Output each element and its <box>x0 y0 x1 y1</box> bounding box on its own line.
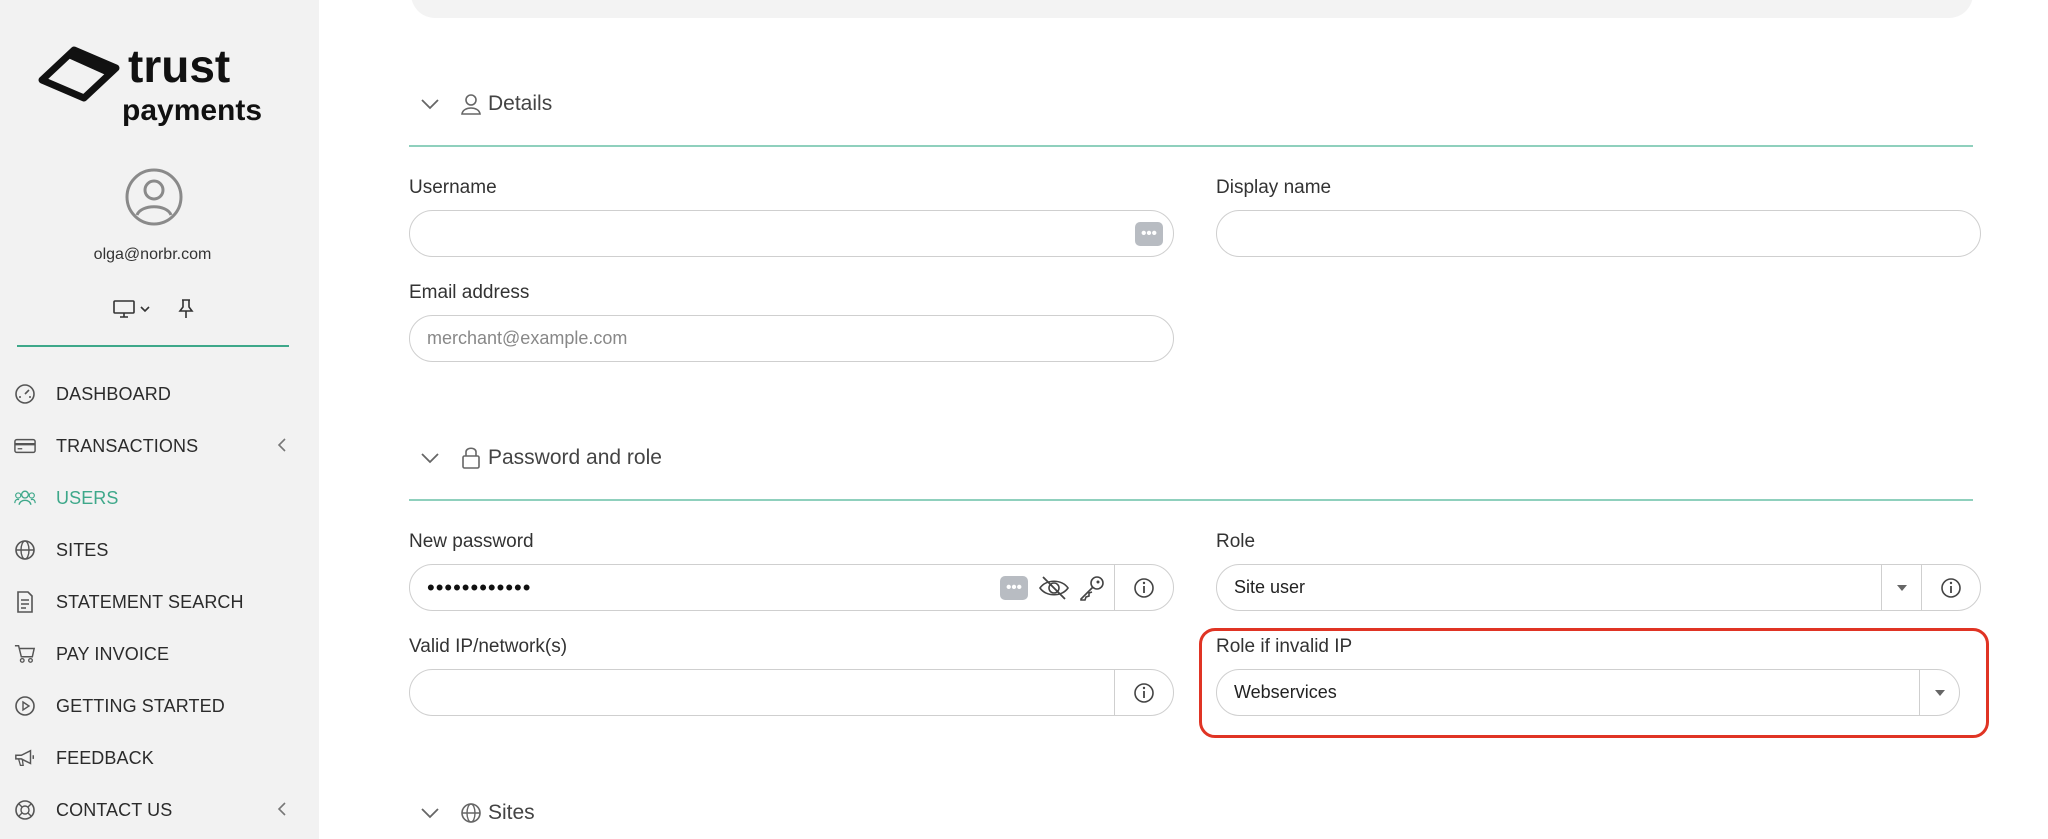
valid-ip-field[interactable] <box>409 669 1174 716</box>
section-divider <box>409 499 1973 501</box>
sidebar-tools <box>112 298 195 320</box>
sidebar-item-label: GETTING STARTED <box>56 695 225 716</box>
sidebar-item-transactions[interactable]: TRANSACTIONS <box>0 420 305 472</box>
chevron-down-icon <box>420 448 440 468</box>
users-icon <box>14 487 36 509</box>
user-avatar-icon[interactable] <box>125 168 183 226</box>
sidebar-item-dashboard[interactable]: DASHBOARD <box>0 368 305 420</box>
email-address-label: Email address <box>409 282 530 303</box>
new-password-value: •••••••••••• <box>427 574 532 600</box>
section-title: Details <box>488 92 553 115</box>
role-label: Role <box>1216 531 1256 552</box>
toggle-visibility-eye-slash-icon[interactable] <box>1038 575 1070 601</box>
sidebar-item-getting-started[interactable]: GETTING STARTED <box>0 680 305 732</box>
document-icon <box>14 591 36 613</box>
password-manager-key-icon[interactable]: ••• <box>1135 221 1163 246</box>
new-password-field[interactable]: •••••••••••• ••• <box>409 564 1174 611</box>
sidebar: trust payments olga@norbr.com DASHBOARD … <box>0 0 319 839</box>
chevron-down-icon <box>420 94 440 114</box>
sidebar-divider <box>17 345 289 347</box>
info-icon <box>1134 577 1154 598</box>
pin-sidebar-button[interactable] <box>177 298 195 320</box>
details-section-header[interactable]: Details <box>420 92 552 116</box>
info-icon <box>1941 577 1961 598</box>
section-divider <box>409 145 1973 147</box>
display-name-label: Display name <box>1216 177 1332 198</box>
user-icon <box>460 93 482 115</box>
email-placeholder: merchant@example.com <box>427 328 628 348</box>
section-title: Sites <box>488 801 535 824</box>
dashboard-gauge-icon <box>14 383 36 405</box>
sidebar-item-contact-us[interactable]: CONTACT US <box>0 784 305 836</box>
sidebar-item-pay-invoice[interactable]: PAY INVOICE <box>0 628 305 680</box>
megaphone-icon <box>14 747 36 769</box>
username-field[interactable]: ••• <box>409 210 1174 257</box>
new-password-label: New password <box>409 531 534 552</box>
play-circle-icon <box>14 695 36 717</box>
username-label: Username <box>409 177 497 198</box>
sidebar-item-statement-search[interactable]: STATEMENT SEARCH <box>0 576 305 628</box>
section-title: Password and role <box>488 446 662 469</box>
lock-icon <box>460 447 482 469</box>
svg-text:trust: trust <box>128 40 230 92</box>
new-password-info-button[interactable] <box>1114 565 1173 610</box>
chevron-left-icon <box>277 437 287 458</box>
chevron-left-icon <box>277 801 287 822</box>
chevron-down-icon <box>420 803 440 823</box>
monitor-icon <box>113 300 135 318</box>
sidebar-nav: DASHBOARD TRANSACTIONS USERS SITES STATE… <box>0 368 305 836</box>
display-mode-dropdown[interactable] <box>112 299 151 319</box>
sidebar-item-users[interactable]: USERS <box>0 472 305 524</box>
sidebar-item-label: FEEDBACK <box>56 747 154 768</box>
lifebuoy-icon <box>14 799 36 821</box>
globe-icon <box>14 539 36 561</box>
globe-icon <box>460 802 482 824</box>
caret-down-icon <box>1896 584 1907 591</box>
sidebar-item-feedback[interactable]: FEEDBACK <box>0 732 305 784</box>
chevron-down-icon <box>140 306 150 313</box>
previous-section-card <box>411 0 1973 18</box>
valid-ip-info-button[interactable] <box>1114 670 1173 715</box>
sidebar-item-label: CONTACT US <box>56 799 173 820</box>
password-role-section-header[interactable]: Password and role <box>420 446 662 470</box>
sidebar-item-label: DASHBOARD <box>56 383 171 404</box>
generate-password-key-icon[interactable] <box>1078 574 1106 602</box>
sidebar-item-label: SITES <box>56 539 109 560</box>
sidebar-item-label: TRANSACTIONS <box>56 435 199 456</box>
annotation-highlight-box <box>1199 628 1989 738</box>
sidebar-item-label: STATEMENT SEARCH <box>56 591 244 612</box>
email-address-field[interactable]: merchant@example.com <box>409 315 1174 362</box>
user-email: olga@norbr.com <box>93 246 212 263</box>
sidebar-item-sites[interactable]: SITES <box>0 524 305 576</box>
svg-text:payments: payments <box>122 94 262 126</box>
role-dropdown-toggle[interactable] <box>1881 565 1921 610</box>
trust-payments-logo[interactable]: trust payments <box>34 40 274 126</box>
password-manager-key-icon[interactable]: ••• <box>1000 575 1028 600</box>
sidebar-item-label: PAY INVOICE <box>56 643 170 664</box>
valid-ip-label: Valid IP/network(s) <box>409 636 568 657</box>
role-select[interactable]: Site user <box>1216 564 1981 611</box>
role-info-button[interactable] <box>1921 565 1980 610</box>
display-name-field[interactable] <box>1216 210 1981 257</box>
sites-section-header[interactable]: Sites <box>420 801 535 825</box>
pin-icon <box>178 299 194 318</box>
sidebar-item-label: USERS <box>56 487 119 508</box>
role-value: Site user <box>1234 577 1306 597</box>
info-icon <box>1134 682 1154 703</box>
cart-icon <box>14 643 36 665</box>
credit-card-icon <box>14 435 36 457</box>
